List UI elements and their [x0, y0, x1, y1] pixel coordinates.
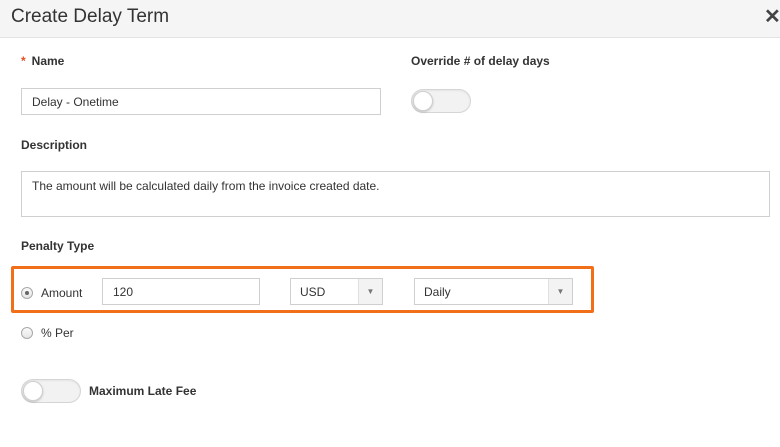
max-late-fee-label: Maximum Late Fee — [89, 384, 197, 398]
currency-value: USD — [300, 284, 326, 299]
percent-radio-label[interactable]: % Per — [41, 326, 74, 340]
close-icon[interactable]: ✕ — [764, 4, 780, 29]
amount-radio[interactable] — [21, 287, 33, 299]
override-toggle[interactable] — [411, 89, 471, 113]
amount-input[interactable]: 120 — [102, 278, 260, 305]
description-label: Description — [21, 138, 88, 152]
name-label-text: Name — [31, 54, 65, 68]
max-late-fee-toggle[interactable] — [21, 379, 81, 403]
chevron-down-icon: ▼ — [548, 279, 572, 304]
currency-select[interactable]: USD ▼ — [290, 278, 383, 305]
override-label: Override # of delay days — [411, 54, 550, 68]
toggle-knob — [23, 381, 43, 401]
dialog-title: Create Delay Term — [11, 6, 170, 27]
description-textarea[interactable]: The amount will be calculated daily from… — [21, 171, 770, 217]
required-marker: * — [21, 54, 26, 68]
chevron-down-icon: ▼ — [358, 279, 382, 304]
name-input[interactable]: Delay - Onetime — [21, 88, 381, 115]
frequency-select[interactable]: Daily ▼ — [414, 278, 573, 305]
dialog-header: Create Delay Term ✕ — [0, 0, 780, 38]
penalty-type-label: Penalty Type — [21, 239, 95, 253]
frequency-value: Daily — [424, 284, 451, 299]
toggle-knob — [413, 91, 433, 111]
name-label: * Name — [21, 54, 64, 68]
percent-radio[interactable] — [21, 327, 33, 339]
amount-radio-label[interactable]: Amount — [41, 286, 82, 300]
